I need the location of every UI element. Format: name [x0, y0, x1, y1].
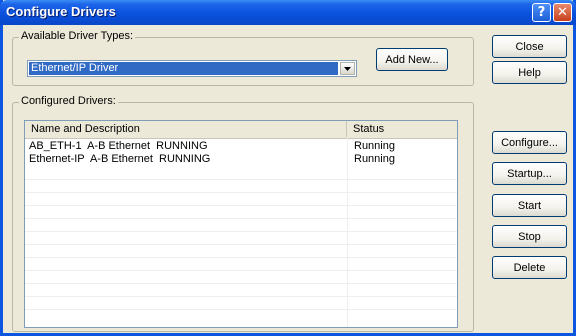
list-item[interactable]: AB_ETH-1 A-B Ethernet RUNNING Running — [25, 140, 457, 153]
driver-name: AB_ETH-1 A-B Ethernet RUNNING — [29, 140, 208, 152]
window-title: Configure Drivers — [6, 4, 116, 19]
startup-button[interactable]: Startup... — [492, 162, 567, 185]
help-button[interactable]: Help — [492, 61, 567, 84]
stop-button[interactable]: Stop — [492, 225, 567, 248]
delete-button[interactable]: Delete — [492, 256, 567, 279]
add-new-button[interactable]: Add New... — [376, 48, 448, 71]
grid-line — [25, 309, 457, 310]
configure-button[interactable]: Configure... — [492, 131, 567, 154]
driver-status: Running — [354, 140, 395, 152]
list-item[interactable]: Ethernet-IP A-B Ethernet RUNNING Running — [25, 153, 457, 166]
title-bar[interactable]: Configure Drivers ? ✕ — [0, 0, 576, 25]
available-driver-types-label: Available Driver Types: — [19, 30, 136, 42]
start-button[interactable]: Start — [492, 194, 567, 217]
column-divider — [347, 138, 348, 327]
grid-line — [25, 205, 457, 206]
configured-drivers-group: Configured Drivers: Name and Description… — [12, 95, 474, 332]
column-header-name[interactable]: Name and Description — [25, 121, 347, 137]
grid-line — [25, 179, 457, 180]
grid-line — [25, 218, 457, 219]
chevron-down-icon[interactable] — [340, 62, 355, 75]
grid-line — [25, 296, 457, 297]
configured-drivers-list[interactable]: Name and Description Status AB_ETH-1 A-B… — [24, 120, 458, 328]
grid-line — [25, 257, 457, 258]
grid-line — [25, 270, 457, 271]
configure-drivers-dialog: Configure Drivers ? ✕ Available Driver T… — [0, 0, 576, 336]
configured-drivers-label: Configured Drivers: — [19, 95, 118, 107]
close-icon[interactable]: ✕ — [553, 3, 572, 22]
driver-status: Running — [354, 153, 395, 165]
column-header-status[interactable]: Status — [347, 121, 457, 137]
driver-type-selected-value: Ethernet/IP Driver — [29, 62, 338, 75]
close-button[interactable]: Close — [492, 35, 567, 58]
grid-line — [25, 283, 457, 284]
grid-line — [25, 244, 457, 245]
list-header: Name and Description Status — [25, 121, 457, 139]
grid-line — [25, 231, 457, 232]
available-driver-types-group: Available Driver Types: Ethernet/IP Driv… — [12, 30, 474, 86]
driver-type-select[interactable]: Ethernet/IP Driver — [27, 60, 357, 77]
help-icon[interactable]: ? — [532, 3, 551, 22]
driver-name: Ethernet-IP A-B Ethernet RUNNING — [29, 153, 211, 165]
grid-line — [25, 192, 457, 193]
